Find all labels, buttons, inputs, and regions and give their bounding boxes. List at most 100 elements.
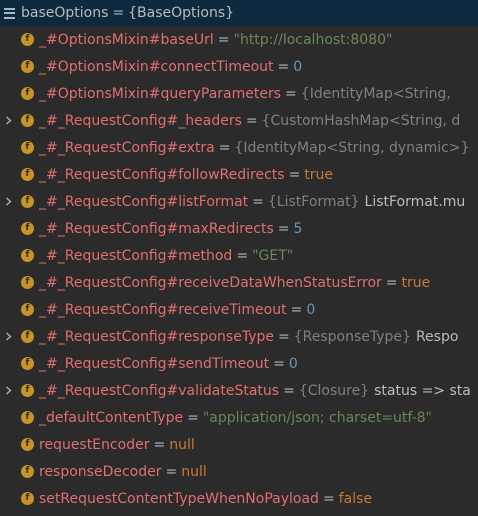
field-icon: f: [21, 357, 34, 370]
chevron-right-icon[interactable]: [2, 188, 14, 215]
field-name: requestEncoder: [39, 436, 150, 453]
field-icon: f: [21, 60, 34, 73]
field-value: "application/json; charset=utf-8": [202, 409, 432, 426]
field-icon: f: [21, 384, 34, 397]
field-name: _#_RequestConfig#listFormat: [39, 193, 249, 210]
equals-sign: =: [112, 5, 125, 21]
field-value: ListFormat.mu: [364, 193, 466, 210]
equals-sign: =: [277, 58, 290, 75]
field-label: _#_RequestConfig#responseType = {ResponseT…: [39, 329, 458, 345]
field-name: _#_RequestConfig#receiveTimeout: [39, 301, 287, 318]
tree-row[interactable]: f _#_RequestConfig#listFormat = {ListFormat…: [0, 188, 478, 215]
field-label: _#_RequestConfig#receiveTimeout = 0: [39, 302, 315, 318]
equals-sign: =: [283, 382, 295, 399]
field-type: {ResponseType}: [293, 328, 411, 345]
tree-row[interactable]: f _#OptionsMixin#queryParameters = {Identit…: [0, 80, 478, 107]
field-name: setRequestContentTypeWhenNoPayload: [39, 490, 319, 507]
field-type: {ListFormat}: [267, 193, 360, 210]
field-name: _#_RequestConfig#receiveDataWhenStatusEr…: [39, 274, 382, 291]
field-value: 5: [293, 220, 303, 237]
field-icon: f: [21, 330, 34, 343]
field-value: Respo: [415, 328, 459, 345]
tree-row[interactable]: f _defaultContentType = "application/json; …: [0, 404, 478, 431]
tree-row[interactable]: f _#_RequestConfig#followRedirects = true: [0, 161, 478, 188]
field-icon: f: [21, 438, 34, 451]
tree-row[interactable]: f _#_RequestConfig#method = "GET": [0, 242, 478, 269]
field-icon: f: [21, 114, 34, 127]
tree-root-row[interactable]: baseOptions = {BaseOptions}: [0, 0, 478, 26]
root-name: baseOptions: [21, 5, 109, 21]
equals-sign: =: [245, 112, 258, 129]
field-name: _#_RequestConfig#followRedirects: [39, 166, 285, 183]
tree-row[interactable]: f _#_RequestConfig#_headers = {CustomHashMa…: [0, 107, 478, 134]
field-value: "http://localhost:8080": [233, 31, 393, 48]
root-type: {BaseOptions}: [128, 5, 235, 21]
field-label: _#_RequestConfig#followRedirects = true: [39, 167, 333, 183]
tree-row[interactable]: f _#_RequestConfig#sendTimeout = 0: [0, 350, 478, 377]
field-icon: f: [21, 195, 34, 208]
field-label: _#_RequestConfig#validateStatus = {Closure…: [39, 383, 471, 399]
field-label: _#_RequestConfig#maxRedirects = 5: [39, 221, 302, 237]
equals-sign: =: [288, 166, 301, 183]
tree-row[interactable]: f _#_RequestConfig#extra = {IdentityMap<Str…: [0, 134, 478, 161]
field-icon: f: [21, 222, 34, 235]
field-value: 0: [306, 301, 316, 318]
field-icon: f: [21, 87, 34, 100]
equals-sign: =: [218, 139, 231, 156]
chevron-right-icon[interactable]: [2, 107, 14, 134]
field-name: _#_RequestConfig#validateStatus: [39, 382, 280, 399]
field-type: {Closure}: [298, 382, 370, 399]
field-name: _#_RequestConfig#sendTimeout: [39, 355, 270, 372]
field-value: null: [169, 436, 195, 453]
field-value: true: [401, 274, 431, 291]
field-name: _#_RequestConfig#_headers: [39, 112, 242, 129]
equals-sign: =: [252, 193, 264, 210]
equals-sign: =: [322, 490, 335, 507]
equals-sign: =: [278, 328, 290, 345]
tree-row[interactable]: f _#OptionsMixin#baseUrl = "http://localhos…: [0, 26, 478, 53]
field-label: _#_RequestConfig#receiveDataWhenStatusEr…: [39, 275, 430, 291]
field-value: status => sta: [374, 382, 471, 399]
field-label: requestEncoder = null: [39, 437, 195, 453]
tree-row[interactable]: f _#_RequestConfig#validateStatus = {Closur…: [0, 377, 478, 404]
field-name: _#_RequestConfig#method: [39, 247, 233, 264]
list-icon: [4, 7, 15, 19]
field-label: _#_RequestConfig#_headers = {CustomHashMap…: [39, 113, 460, 129]
field-icon: f: [21, 141, 34, 154]
field-icon: f: [21, 492, 34, 505]
root-label: baseOptions = {BaseOptions}: [21, 5, 234, 21]
field-label: _#_RequestConfig#sendTimeout = 0: [39, 356, 298, 372]
field-type: {IdentityMap<String, dynamic>}: [234, 139, 470, 156]
field-icon: f: [21, 276, 34, 289]
tree-row[interactable]: f _#_RequestConfig#responseType = {Response…: [0, 323, 478, 350]
field-type: {CustomHashMap<String, d: [261, 112, 461, 129]
field-type: {IdentityMap<String,: [300, 85, 451, 102]
field-value: false: [338, 490, 372, 507]
tree-row[interactable]: f responseDecoder = null: [0, 458, 478, 485]
equals-sign: =: [236, 247, 249, 264]
field-label: _#OptionsMixin#connectTimeout = 0: [39, 59, 302, 75]
field-label: _#OptionsMixin#baseUrl = "http://localhost…: [39, 32, 392, 48]
field-value: 0: [288, 355, 298, 372]
chevron-right-icon[interactable]: [2, 377, 14, 404]
field-label: _#_RequestConfig#method = "GET": [39, 248, 293, 264]
field-label: _#_RequestConfig#listFormat = {ListFormat}…: [39, 194, 465, 210]
tree-row[interactable]: f requestEncoder = null: [0, 431, 478, 458]
field-name: _#OptionsMixin#connectTimeout: [39, 58, 274, 75]
tree-row[interactable]: f _#_RequestConfig#receiveTimeout = 0: [0, 296, 478, 323]
chevron-right-icon[interactable]: [2, 323, 14, 350]
tree-row[interactable]: f _#_RequestConfig#maxRedirects = 5: [0, 215, 478, 242]
equals-sign: =: [217, 31, 230, 48]
field-value: 0: [293, 58, 303, 75]
field-label: _#_RequestConfig#extra = {IdentityMap<Stri…: [39, 140, 469, 156]
tree-row[interactable]: f _#_RequestConfig#receiveDataWhenStatusE…: [0, 269, 478, 296]
tree-row[interactable]: f setRequestContentTypeWhenNoPayload = fals…: [0, 485, 478, 512]
field-name: _#_RequestConfig#extra: [39, 139, 215, 156]
equals-sign: =: [277, 220, 290, 237]
field-label: responseDecoder = null: [39, 464, 207, 480]
field-icon: f: [21, 33, 34, 46]
field-name: _defaultContentType: [39, 409, 184, 426]
field-name: _#_RequestConfig#responseType: [39, 328, 274, 345]
field-icon: f: [21, 411, 34, 424]
tree-row[interactable]: f _#OptionsMixin#connectTimeout = 0: [0, 53, 478, 80]
